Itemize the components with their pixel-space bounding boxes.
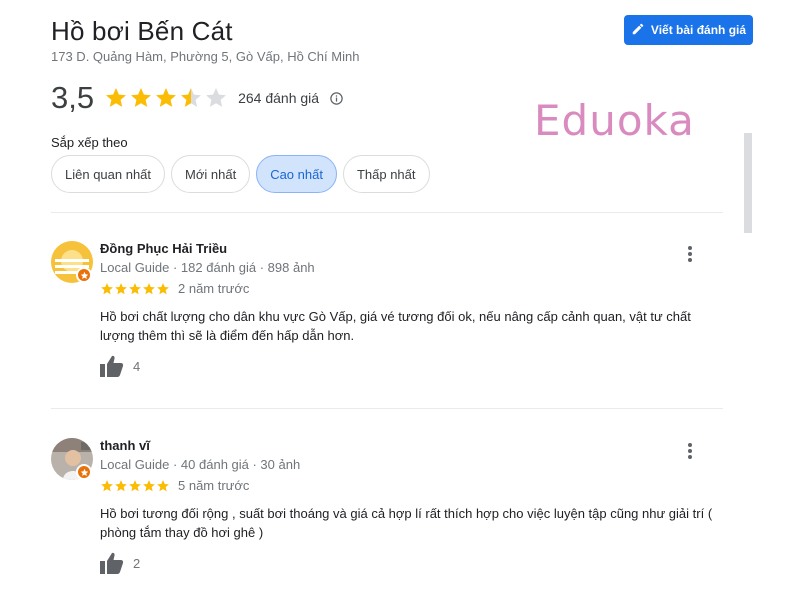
info-icon[interactable] <box>329 91 344 106</box>
review-text: Hồ bơi tương đối rộng , suất bơi thoáng … <box>100 506 713 540</box>
review-stars <box>100 282 170 296</box>
star-icon <box>115 283 127 295</box>
reviewer-meta: Local Guide · 182 đánh giá · 898 ảnh <box>100 260 315 275</box>
sort-chip-relevant[interactable]: Liên quan nhất <box>51 155 166 193</box>
reviewer-meta: Local Guide · 40 đánh giá · 30 ảnh <box>100 457 301 472</box>
avatar[interactable] <box>51 241 93 283</box>
star-icon <box>101 283 113 295</box>
star-icon <box>143 283 155 295</box>
star-icon <box>157 283 169 295</box>
like-button[interactable]: 2 <box>100 552 140 574</box>
divider <box>51 212 723 213</box>
star-icon <box>115 480 127 492</box>
sort-chip-lowest[interactable]: Thấp nhất <box>342 155 430 193</box>
review-item: thanh vĩ Local Guide · 40 đánh giá · 30 … <box>51 438 723 588</box>
star-icon <box>156 88 177 107</box>
thumb-up-icon <box>100 552 124 574</box>
rating-stars <box>104 86 228 110</box>
review-text: Hồ bơi chất lượng cho dân khu vực Gò Vấp… <box>100 309 691 343</box>
write-review-label: Viết bài đánh giá <box>650 23 747 37</box>
review-item: Đồng Phục Hải Triều Local Guide · 182 đá… <box>51 241 723 391</box>
thumb-up-icon <box>100 355 124 377</box>
reviewer-name[interactable]: thanh vĩ <box>100 438 150 453</box>
star-icon <box>101 480 113 492</box>
star-icon <box>206 88 227 107</box>
like-count: 2 <box>133 555 141 571</box>
more-vert-icon[interactable] <box>681 243 699 265</box>
place-title: Hồ bơi Bến Cát <box>51 16 233 46</box>
sort-label: Sắp xếp theo <box>51 135 128 150</box>
rating-summary: 3,5 264 đánh giá <box>51 80 344 116</box>
sort-chip-highest[interactable]: Cao nhất <box>256 155 337 193</box>
reviewer-name[interactable]: Đồng Phục Hải Triều <box>100 241 227 256</box>
like-count: 4 <box>133 358 141 374</box>
star-icon <box>181 88 202 107</box>
star-icon <box>131 88 152 107</box>
like-button[interactable]: 4 <box>100 355 140 377</box>
star-icon <box>129 480 141 492</box>
review-stars <box>100 479 170 493</box>
local-guide-star-icon <box>76 464 92 480</box>
star-icon <box>106 88 127 107</box>
star-icon <box>143 480 155 492</box>
avatar[interactable] <box>51 438 93 480</box>
local-guide-star-icon <box>76 267 92 283</box>
watermark-logo: Eduoka <box>534 96 695 145</box>
write-review-button[interactable]: Viết bài đánh giá <box>624 15 753 45</box>
star-icon <box>157 480 169 492</box>
divider <box>51 408 723 409</box>
review-time: 5 năm trước <box>178 478 250 493</box>
sort-chips: Liên quan nhất Mới nhất Cao nhất Thấp nh… <box>51 155 430 193</box>
place-address: 173 D. Quảng Hàm, Phường 5, Gò Vấp, Hồ C… <box>51 49 360 64</box>
review-count[interactable]: 264 đánh giá <box>238 90 319 106</box>
review-time: 2 năm trước <box>178 281 250 296</box>
pencil-icon <box>631 22 645 39</box>
sort-chip-newest[interactable]: Mới nhất <box>171 155 251 193</box>
more-vert-icon[interactable] <box>681 440 699 462</box>
star-icon <box>129 283 141 295</box>
scrollbar[interactable] <box>744 133 752 233</box>
rating-value: 3,5 <box>51 80 95 115</box>
